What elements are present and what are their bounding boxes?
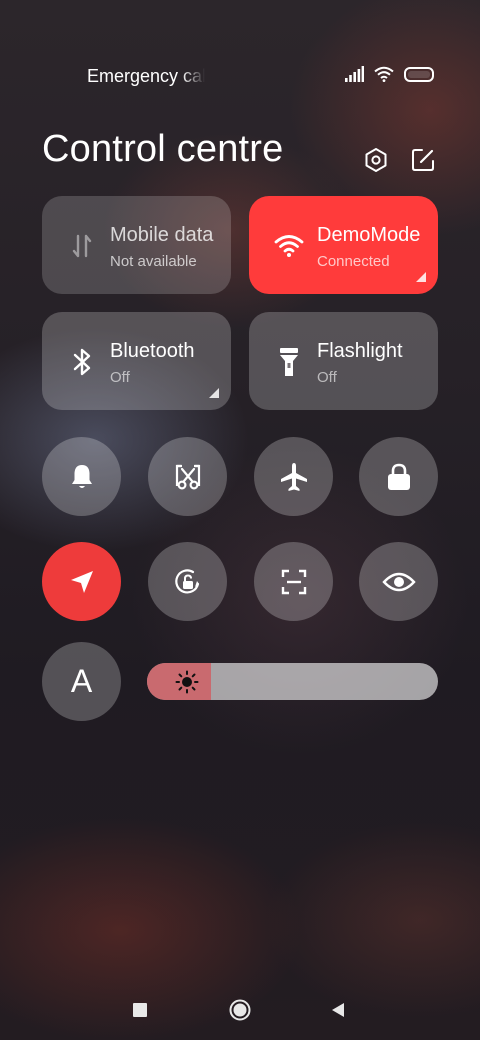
status-icons xyxy=(344,66,434,82)
flashlight-icon xyxy=(273,346,305,378)
scissors-icon xyxy=(175,464,200,490)
page-title: Control centre xyxy=(42,128,284,170)
mobile-data-status: Not available xyxy=(110,253,197,270)
edit-icon xyxy=(412,149,434,171)
settings-icon xyxy=(365,148,387,172)
flashlight-status: Off xyxy=(317,369,337,386)
navigation-bar xyxy=(0,990,480,1030)
wifi-icon xyxy=(273,230,305,262)
lock-icon xyxy=(387,463,410,490)
bluetooth-tile[interactable]: Bluetooth Off xyxy=(42,312,231,410)
back-button[interactable] xyxy=(326,998,350,1022)
home-button[interactable] xyxy=(228,998,252,1022)
font-size-label: A xyxy=(70,663,93,699)
airplane-mode-toggle[interactable] xyxy=(254,437,333,516)
sun-icon xyxy=(175,670,199,694)
signal-icon xyxy=(345,66,364,82)
home-icon xyxy=(229,999,251,1021)
recents-icon xyxy=(133,1003,147,1017)
mobile-data-tile[interactable]: Mobile data Not available xyxy=(42,196,231,294)
scan-icon xyxy=(281,569,306,594)
bluetooth-status: Off xyxy=(110,369,130,386)
wifi-network-name: DemoMode xyxy=(317,224,421,246)
recents-button[interactable] xyxy=(128,998,152,1022)
battery-icon xyxy=(404,66,434,82)
bluetooth-title: Bluetooth xyxy=(110,340,195,362)
ringer-toggle[interactable] xyxy=(42,437,121,516)
edit-button[interactable] xyxy=(408,145,438,175)
wifi-tile[interactable]: DemoMode Connected xyxy=(249,196,438,294)
scanner-toggle[interactable] xyxy=(254,542,333,621)
wifi-icon xyxy=(374,66,394,82)
bluetooth-expand-corner-icon[interactable] xyxy=(209,388,219,398)
carrier-status-text: Emergency calls only xyxy=(87,66,205,86)
wifi-status: Connected xyxy=(317,253,390,270)
location-toggle[interactable] xyxy=(42,542,121,621)
font-size-button[interactable]: A xyxy=(42,642,121,721)
screenshot-toggle[interactable] xyxy=(148,437,227,516)
flashlight-title: Flashlight xyxy=(317,340,403,362)
back-icon xyxy=(332,1003,344,1017)
rotation-lock-toggle[interactable] xyxy=(148,542,227,621)
status-bar: Emergency calls only xyxy=(0,62,480,92)
mobile-data-icon xyxy=(66,230,98,262)
settings-button[interactable] xyxy=(361,145,391,175)
rotation-lock-icon xyxy=(174,568,199,593)
lock-screen-toggle[interactable] xyxy=(359,437,438,516)
wifi-expand-corner-icon[interactable] xyxy=(416,272,426,282)
eye-icon xyxy=(381,572,416,591)
brightness-slider[interactable] xyxy=(147,663,438,700)
bluetooth-icon xyxy=(66,346,98,378)
reading-mode-toggle[interactable] xyxy=(359,542,438,621)
flashlight-tile[interactable]: Flashlight Off xyxy=(249,312,438,410)
mobile-data-title: Mobile data xyxy=(110,224,214,246)
location-arrow-icon xyxy=(70,570,93,593)
airplane-icon xyxy=(280,462,307,491)
bell-icon xyxy=(71,464,92,488)
